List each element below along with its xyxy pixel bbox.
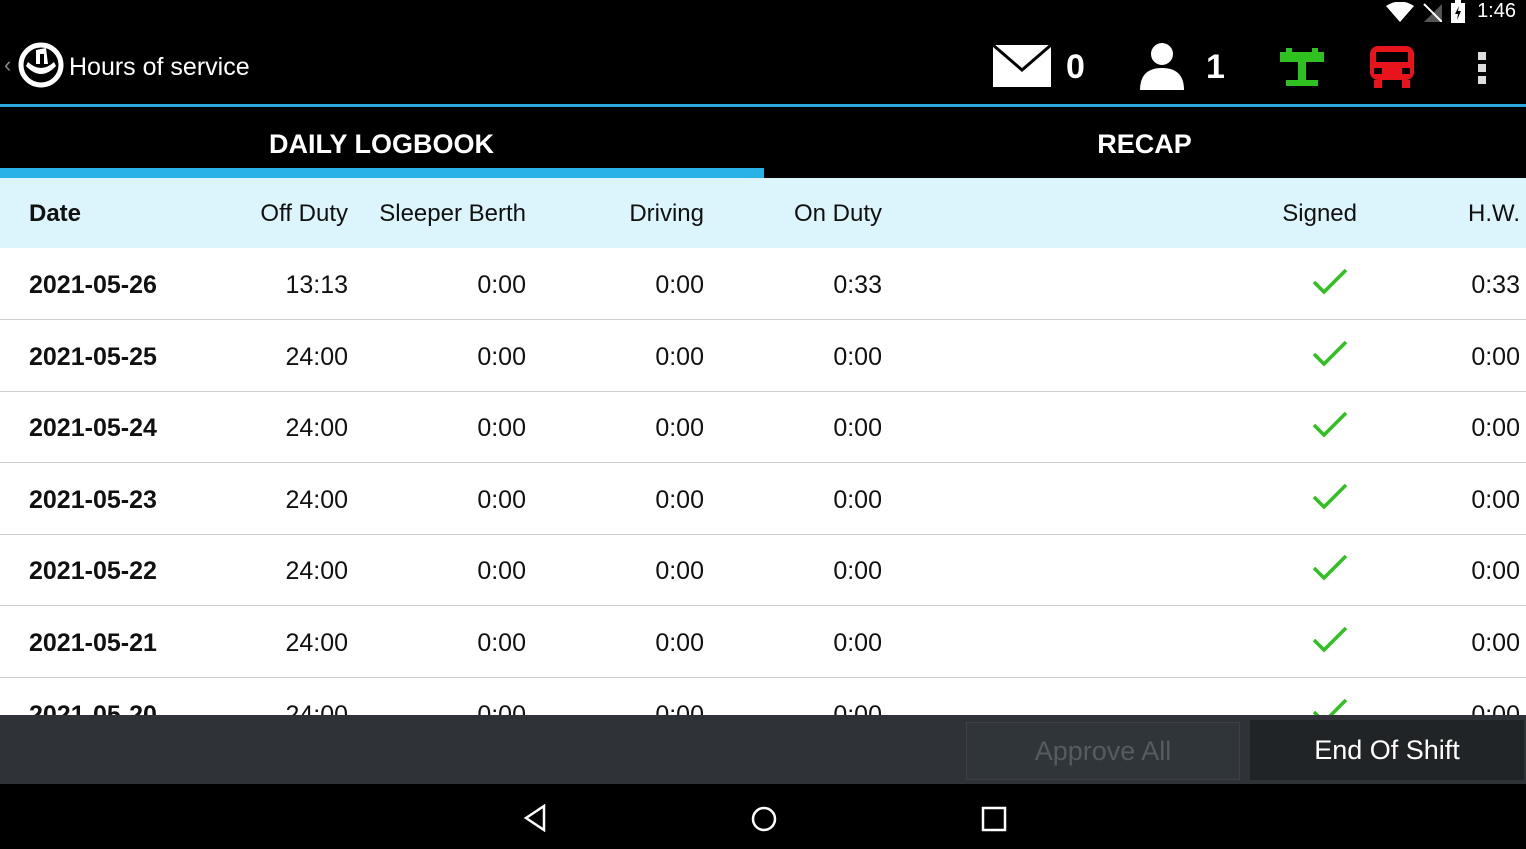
table-header: Date Off Duty Sleeper Berth Driving On D… — [0, 178, 1526, 248]
signed-check-icon — [1312, 626, 1348, 653]
table-row[interactable]: 2021-05-20 24:00 0:00 0:00 0:00 0:00 — [0, 678, 1526, 715]
row-sleeper-berth: 0:00 — [477, 343, 526, 371]
row-hw: 0:00 — [1471, 486, 1520, 514]
status-time: 1:46 — [1477, 0, 1516, 22]
nav-home-icon[interactable] — [750, 805, 778, 833]
mail-icon[interactable] — [992, 44, 1052, 88]
row-off-duty: 24:00 — [285, 629, 348, 657]
row-driving: 0:00 — [655, 414, 704, 442]
app-title: Hours of service — [69, 53, 250, 81]
logbook-table: 2021-05-26 13:13 0:00 0:00 0:33 0:33 202… — [0, 248, 1526, 715]
header-hw: H.W. — [1468, 200, 1520, 227]
header-on-duty: On Duty — [793, 200, 882, 227]
row-off-duty: 24:00 — [285, 343, 348, 371]
row-hw: 0:00 — [1471, 557, 1520, 585]
row-driving: 0:00 — [655, 557, 704, 585]
signed-check-icon — [1312, 554, 1348, 581]
table-row[interactable]: 2021-05-25 24:00 0:00 0:00 0:00 0:00 — [0, 320, 1526, 392]
signed-check-icon — [1312, 268, 1348, 295]
row-on-duty: 0:00 — [833, 557, 882, 585]
row-sleeper-berth: 0:00 — [477, 486, 526, 514]
messages-count: 0 — [1066, 48, 1085, 86]
driver-icon[interactable] — [1138, 42, 1186, 90]
row-date: 2021-05-24 — [29, 414, 157, 442]
app-logo-icon[interactable] — [18, 42, 64, 88]
signed-check-icon — [1312, 483, 1348, 510]
row-date: 2021-05-20 — [29, 701, 157, 715]
row-date: 2021-05-22 — [29, 557, 157, 585]
row-date: 2021-05-23 — [29, 486, 157, 514]
header-signed: Signed — [1282, 200, 1357, 227]
table-row[interactable]: 2021-05-23 24:00 0:00 0:00 0:00 0:00 — [0, 463, 1526, 535]
table-row[interactable]: 2021-05-22 24:00 0:00 0:00 0:00 0:00 — [0, 534, 1526, 606]
footer-bar: Approve All End Of Shift — [0, 715, 1526, 784]
wifi-icon — [1386, 2, 1414, 22]
row-driving: 0:00 — [655, 271, 704, 299]
row-off-duty: 13:13 — [285, 271, 348, 299]
no-sim-icon — [1423, 3, 1442, 22]
signed-check-icon — [1312, 411, 1348, 438]
row-date: 2021-05-26 — [29, 271, 157, 299]
header-date: Date — [29, 200, 82, 227]
row-off-duty: 24:00 — [285, 486, 348, 514]
row-hw: 0:00 — [1471, 414, 1520, 442]
overflow-menu-icon[interactable] — [1476, 50, 1488, 86]
row-driving: 0:00 — [655, 486, 704, 514]
row-hw: 0:00 — [1471, 343, 1520, 371]
table-row[interactable]: 2021-05-26 13:13 0:00 0:00 0:33 0:33 — [0, 248, 1526, 320]
row-on-duty: 0:00 — [833, 629, 882, 657]
header-off-duty: Off Duty — [260, 200, 348, 227]
tab-indicator — [0, 168, 764, 178]
nav-recents-icon[interactable] — [981, 806, 1007, 832]
table-row[interactable]: 2021-05-24 24:00 0:00 0:00 0:00 0:00 — [0, 391, 1526, 463]
row-sleeper-berth: 0:00 — [477, 271, 526, 299]
header-sleeper-berth: Sleeper Berth — [379, 200, 526, 227]
row-on-duty: 0:00 — [833, 701, 882, 715]
status-bar: 1:46 — [0, 0, 1526, 28]
row-date: 2021-05-21 — [29, 629, 157, 657]
table-row[interactable]: 2021-05-21 24:00 0:00 0:00 0:00 0:00 — [0, 606, 1526, 678]
drivers-count: 1 — [1206, 48, 1225, 86]
signed-check-icon — [1312, 698, 1348, 715]
row-hw: 0:33 — [1471, 271, 1520, 299]
row-hw: 0:00 — [1471, 629, 1520, 657]
row-date: 2021-05-25 — [29, 343, 157, 371]
row-off-duty: 24:00 — [285, 414, 348, 442]
row-driving: 0:00 — [655, 629, 704, 657]
connection-status-icon[interactable] — [1278, 48, 1326, 88]
row-on-duty: 0:00 — [833, 486, 882, 514]
row-off-duty: 24:00 — [285, 557, 348, 585]
row-sleeper-berth: 0:00 — [477, 701, 526, 715]
row-hw: 0:00 — [1471, 701, 1520, 715]
tab-bar: DAILY LOGBOOK RECAP — [0, 107, 1526, 178]
row-driving: 0:00 — [655, 343, 704, 371]
row-on-duty: 0:33 — [833, 271, 882, 299]
row-sleeper-berth: 0:00 — [477, 557, 526, 585]
row-on-duty: 0:00 — [833, 414, 882, 442]
system-nav-bar — [0, 784, 1526, 849]
nav-back-icon[interactable] — [522, 804, 548, 832]
back-caret-icon[interactable]: ‹ — [4, 52, 11, 78]
signed-check-icon — [1312, 340, 1348, 367]
row-on-duty: 0:00 — [833, 343, 882, 371]
row-sleeper-berth: 0:00 — [477, 629, 526, 657]
approve-all-button[interactable]: Approve All — [966, 722, 1240, 780]
row-driving: 0:00 — [655, 701, 704, 715]
row-off-duty: 24:00 — [285, 701, 348, 715]
end-of-shift-button[interactable]: End Of Shift — [1250, 720, 1524, 780]
truck-status-icon[interactable] — [1368, 44, 1416, 90]
action-bar: ‹ Hours of service 0 1 — [0, 28, 1526, 107]
header-driving: Driving — [629, 200, 704, 227]
row-sleeper-berth: 0:00 — [477, 414, 526, 442]
battery-icon — [1451, 0, 1465, 23]
tab-recap[interactable]: RECAP — [763, 107, 1526, 178]
